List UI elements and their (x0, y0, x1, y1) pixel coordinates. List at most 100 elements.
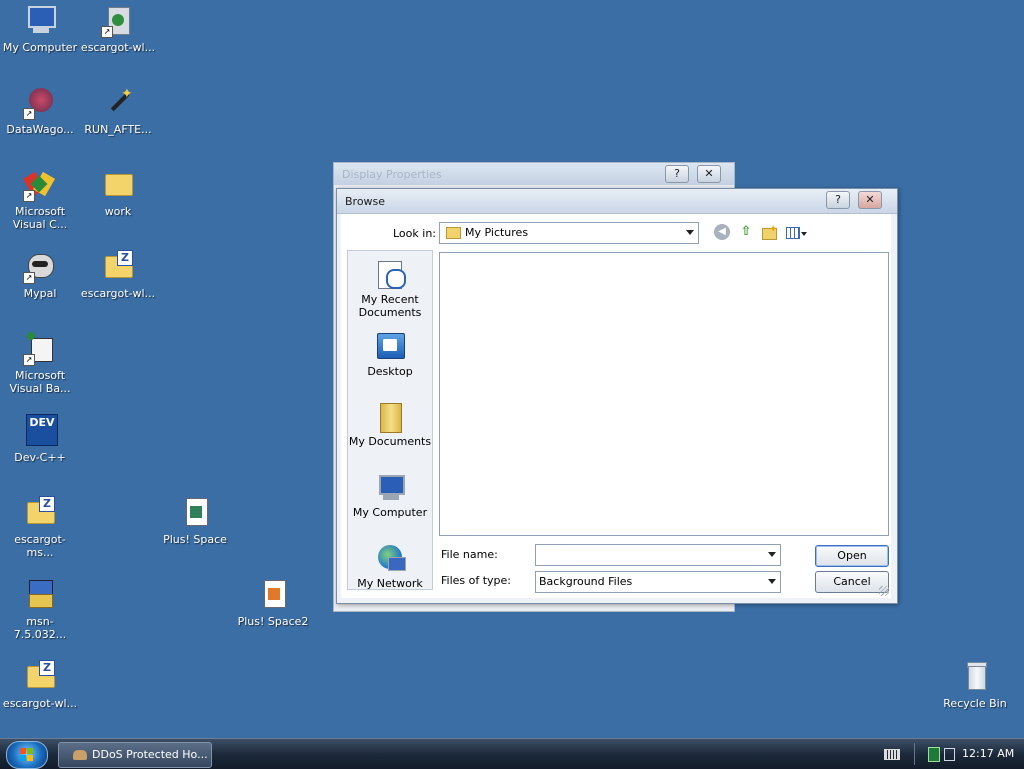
desktop-icon-run-after[interactable]: ✦ RUN_AFTE... (80, 86, 156, 136)
desktop-icon-label: Plus! Space2 (237, 615, 309, 628)
dev-icon-text: DEV (26, 414, 58, 446)
desktop-icon-datawago[interactable]: ↗ DataWago... (2, 86, 78, 136)
desktop-icon-escargot-2[interactable]: Z escargot-wl... (80, 250, 156, 300)
files-of-type-combo[interactable]: Background Files (535, 571, 781, 593)
look-in-combo[interactable]: My Pictures (439, 222, 699, 244)
tray-app-icon[interactable] (944, 748, 955, 761)
app-icon (73, 750, 87, 760)
raccoon-icon: ↗ (23, 250, 57, 284)
look-in-label: Look in: (393, 227, 436, 240)
folder-icon (101, 168, 135, 202)
place-my-computer[interactable]: My Computer (348, 472, 432, 519)
tray-separator (914, 743, 915, 765)
visual-basic-icon: ↗ (23, 332, 57, 366)
desktop-icon-label: escargot-wl... (2, 697, 78, 710)
desktop-icon-label: RUN_AFTE... (84, 123, 152, 136)
windows-logo-icon (20, 748, 33, 761)
open-button[interactable]: Open (815, 545, 889, 567)
desktop-icon-msn[interactable]: msn-7.5.032... (2, 578, 78, 641)
shortcut-arrow-icon: ↗ (23, 354, 35, 366)
file-name-combo[interactable] (535, 544, 781, 566)
files-of-type-label: Files of type: (441, 574, 512, 587)
place-my-recent-documents[interactable]: My Recent Documents (348, 259, 432, 319)
desktop-icon-mypal[interactable]: ↗ Mypal (2, 250, 78, 300)
desktop-icon-recycle-bin[interactable]: Recycle Bin (937, 660, 1013, 710)
browse-title: Browse (345, 195, 386, 208)
my-documents-icon (374, 401, 406, 433)
desktop-icon-label: escargot-wl... (80, 287, 156, 300)
desktop-icon-work[interactable]: work (80, 168, 156, 218)
file-name-label: File name: (441, 548, 498, 561)
browse-titlebar[interactable]: Browse ? ✕ (337, 189, 897, 214)
desktop-icon-label: work (104, 205, 132, 218)
recycle-bin-icon (958, 660, 992, 694)
grid-icon (786, 227, 800, 239)
display-properties-titlebar[interactable]: Display Properties ? ✕ (334, 163, 734, 185)
chevron-down-icon[interactable] (686, 230, 694, 235)
close-button[interactable]: ✕ (697, 165, 721, 183)
desktop-icon-dev-cpp[interactable]: DEV Dev-C++ (2, 414, 78, 464)
shortcut-arrow-icon: ↗ (101, 26, 113, 38)
browse-client-area: Look in: My Pictures ◀ ⇧ ✦ My Recent Doc… (341, 214, 891, 598)
magic-wand-icon: ✦ (101, 86, 135, 120)
place-my-network[interactable]: My Network (348, 543, 432, 590)
place-label: My Documents (348, 435, 432, 448)
shortcut-arrow-icon: ↗ (23, 108, 35, 120)
desktop-icon-label: Recycle Bin (943, 697, 1007, 710)
look-in-value: My Pictures (465, 226, 529, 239)
desktop-icon-label: Dev-C++ (14, 451, 66, 464)
my-computer-icon (374, 472, 406, 504)
back-arrow-icon[interactable]: ◀ (714, 224, 730, 240)
desktop-icon-label: escargot-wl... (80, 41, 156, 54)
taskbar-button-label: DDoS Protected Ho... (92, 748, 208, 761)
chevron-down-icon[interactable] (768, 579, 776, 584)
views-menu-icon[interactable] (786, 224, 808, 240)
desktop-icon-plus-space2[interactable]: Plus! Space2 (235, 578, 311, 628)
file-list-view[interactable] (439, 252, 889, 536)
browse-dialog[interactable]: Browse ? ✕ Look in: My Pictures ◀ ⇧ ✦ My… (336, 188, 898, 604)
network-status-icon[interactable] (928, 747, 940, 762)
place-label: My Recent Documents (358, 293, 422, 319)
chevron-down-icon[interactable] (768, 552, 776, 557)
visual-studio-icon: ↗ (22, 168, 57, 202)
place-label: My Network (357, 577, 423, 590)
desktop-icon-label: My Computer (2, 41, 78, 54)
shortcut-arrow-icon: ↗ (23, 272, 35, 284)
resize-grip-icon[interactable] (879, 586, 889, 596)
my-computer-icon (23, 4, 57, 38)
place-desktop[interactable]: Desktop (348, 331, 432, 378)
taskbar: DDoS Protected Ho... 12:17 AM (0, 738, 1024, 769)
desktop-icon-escargot-1[interactable]: ↗ escargot-wl... (80, 4, 156, 54)
clock[interactable]: 12:17 AM (962, 739, 1014, 769)
place-label: Desktop (367, 365, 413, 378)
installer-box-icon (23, 578, 57, 612)
desktop-icon-label: Microsoft Visual Ba... (9, 369, 71, 395)
up-folder-icon[interactable]: ⇧ (738, 224, 754, 240)
help-button[interactable]: ? (826, 191, 850, 209)
zip-folder-icon: Z (101, 250, 135, 284)
desktop-icon-escargot-ms[interactable]: Z escargot-ms... (2, 496, 78, 559)
place-my-documents[interactable]: My Documents (348, 401, 432, 448)
desktop-icon-my-computer[interactable]: My Computer (2, 4, 78, 54)
close-button[interactable]: ✕ (858, 191, 882, 209)
display-properties-title: Display Properties (342, 168, 442, 181)
help-button[interactable]: ? (665, 165, 689, 183)
document-image-icon (178, 496, 212, 530)
keyboard-icon[interactable] (884, 749, 900, 760)
desktop-icon-label: Microsoft Visual C... (12, 205, 68, 231)
chevron-down-icon (801, 232, 807, 236)
desktop-icon-plus-space[interactable]: Plus! Space (157, 496, 233, 546)
datawago-icon: ↗ (23, 86, 57, 120)
desktop-icon-label: escargot-ms... (14, 533, 66, 559)
cancel-button[interactable]: Cancel (815, 571, 889, 593)
system-tray: 12:17 AM (864, 739, 1024, 769)
start-button[interactable] (6, 741, 48, 769)
document-image-icon (256, 578, 290, 612)
desktop-icon-visual-c[interactable]: ↗ Microsoft Visual C... (2, 168, 78, 231)
desktop-icon-label: Mypal (23, 287, 57, 300)
desktop-icon-escargot-3[interactable]: Z escargot-wl... (2, 660, 78, 710)
files-of-type-value: Background Files (539, 575, 633, 588)
new-folder-icon[interactable]: ✦ (761, 224, 777, 240)
desktop-icon-visual-basic[interactable]: ↗ Microsoft Visual Ba... (2, 332, 78, 395)
taskbar-button-ddos[interactable]: DDoS Protected Ho... (58, 742, 212, 768)
